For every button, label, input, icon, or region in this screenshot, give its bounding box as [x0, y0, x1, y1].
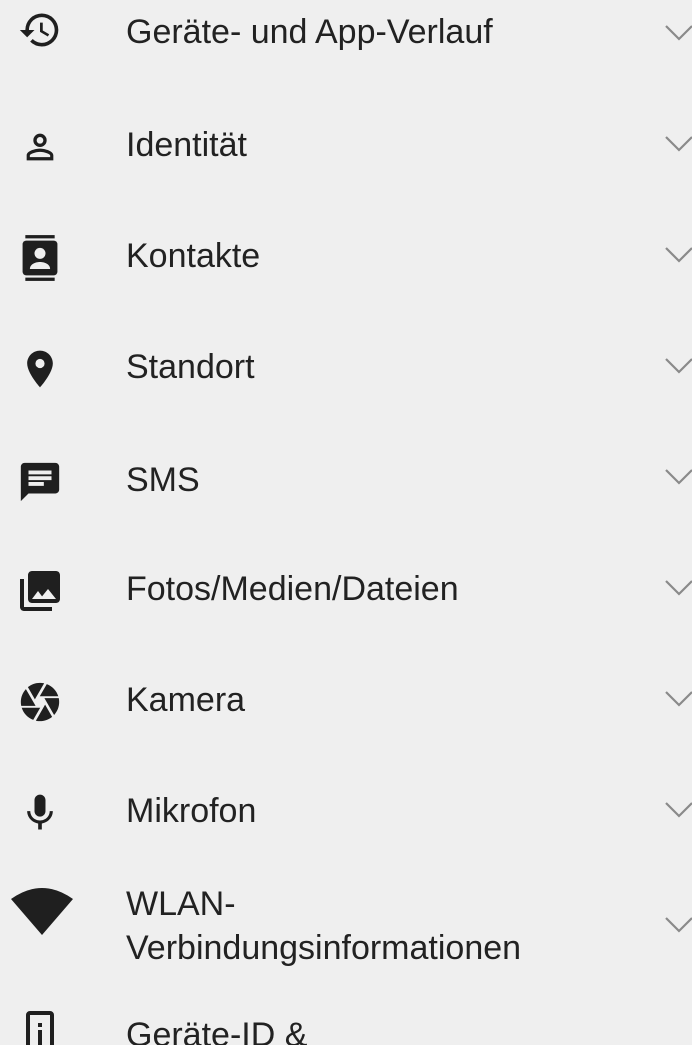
permissions-list: Geräte- und App-Verlauf Identität Kontak… — [0, 0, 692, 1045]
microphone-icon — [0, 783, 80, 843]
permission-row-contacts[interactable]: Kontakte — [0, 222, 692, 333]
permission-label: SMS — [126, 461, 200, 499]
permission-label: Identität — [126, 126, 247, 164]
chevron-down-icon[interactable] — [664, 246, 692, 264]
permission-row-media[interactable]: Fotos/Medien/Dateien — [0, 555, 692, 666]
permission-label: Geräte-ID & — [126, 1016, 308, 1045]
location-pin-icon — [0, 339, 80, 399]
permission-row-microphone[interactable]: Mikrofon — [0, 777, 692, 888]
permission-label-line2: Verbindungsinformationen — [126, 929, 522, 967]
chevron-down-icon[interactable] — [664, 801, 692, 819]
chevron-down-icon[interactable] — [664, 690, 692, 708]
permission-row-location[interactable]: Standort — [0, 333, 692, 444]
permission-row-sms[interactable]: SMS — [0, 444, 692, 555]
device-info-icon — [0, 1003, 80, 1045]
permission-label: Fotos/Medien/Dateien — [126, 570, 459, 608]
chevron-down-icon[interactable] — [664, 24, 692, 42]
chevron-down-icon[interactable] — [664, 916, 692, 934]
permission-row-wifi[interactable]: WLAN- Verbindungsinformationen — [0, 880, 692, 980]
message-icon — [0, 452, 80, 512]
permission-row-history[interactable]: Geräte- und App-Verlauf — [0, 0, 692, 111]
chevron-down-icon[interactable] — [664, 579, 692, 597]
history-icon — [0, 0, 80, 60]
permission-label: Kamera — [126, 681, 246, 719]
photo-library-icon — [0, 561, 80, 621]
permission-label: Geräte- und App-Verlauf — [126, 13, 493, 51]
wifi-icon — [0, 880, 84, 940]
permission-label: Standort — [126, 348, 255, 386]
permission-label: Mikrofon — [126, 792, 257, 830]
permission-row-identity[interactable]: Identität — [0, 111, 692, 222]
chevron-down-icon[interactable] — [664, 135, 692, 153]
person-icon — [0, 117, 80, 177]
camera-shutter-icon — [0, 672, 80, 732]
chevron-down-icon[interactable] — [664, 468, 692, 486]
permission-label: Kontakte — [126, 237, 261, 275]
contacts-icon — [0, 228, 80, 288]
permission-label-line1: WLAN- — [126, 885, 236, 923]
permission-row-device-id[interactable]: Geräte-ID & — [0, 995, 692, 1045]
chevron-down-icon[interactable] — [664, 357, 692, 375]
permission-row-camera[interactable]: Kamera — [0, 666, 692, 777]
